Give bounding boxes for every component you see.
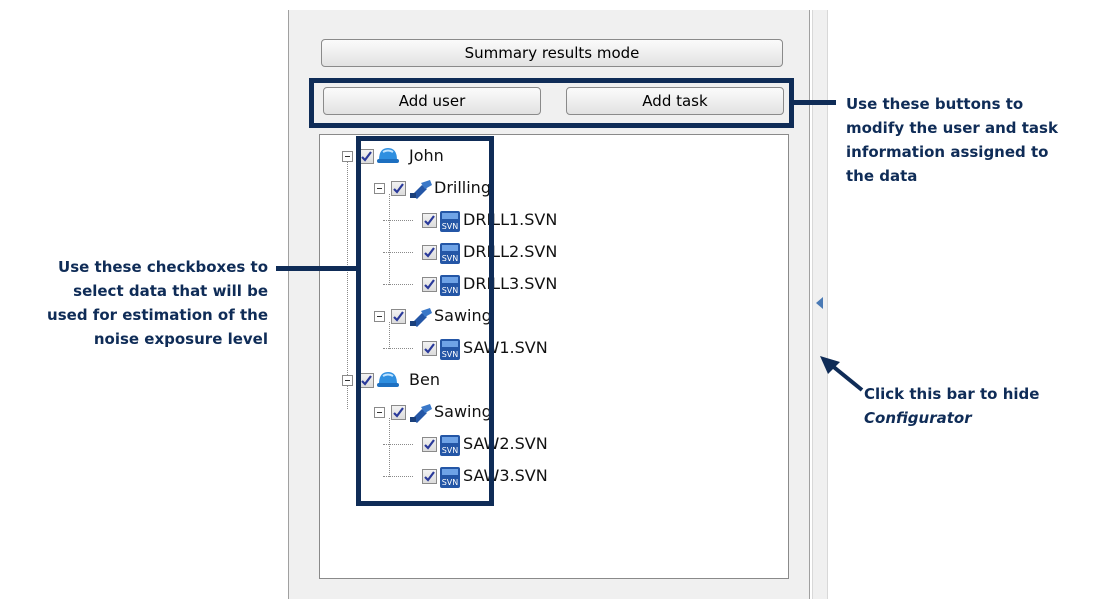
tree-connector xyxy=(347,386,348,409)
checkboxes-callout: Use these checkboxes to select data that… xyxy=(0,255,268,351)
checkboxes-callout-line: Use these checkboxes to xyxy=(58,258,268,276)
collapse-arrow-icon xyxy=(816,297,823,309)
buttons-callout: Use these buttons to modify the user and… xyxy=(846,92,1058,188)
buttons-leader-line xyxy=(794,100,836,105)
collapse-toggle-icon[interactable] xyxy=(342,375,353,386)
bar-callout-line: Click this bar to hide xyxy=(864,385,1040,403)
bar-callout: Click this bar to hide Configurator xyxy=(864,382,1039,430)
summary-results-mode-button[interactable]: Summary results mode xyxy=(321,39,783,67)
configurator-collapse-bar[interactable] xyxy=(812,10,828,599)
checkboxes-callout-line: used for estimation of the xyxy=(47,306,268,324)
bar-arrow-icon xyxy=(820,356,864,392)
buttons-callout-line: information assigned to xyxy=(846,143,1049,161)
collapse-toggle-icon[interactable] xyxy=(342,151,353,162)
buttons-highlight-box xyxy=(309,78,794,128)
buttons-callout-line: modify the user and task xyxy=(846,119,1058,137)
buttons-callout-line: Use these buttons to xyxy=(846,95,1024,113)
checkboxes-callout-line: noise exposure level xyxy=(93,330,268,348)
bar-callout-name: Configurator xyxy=(864,409,972,427)
checkboxes-callout-line: select data that will be xyxy=(73,282,268,300)
checkboxes-highlight-box xyxy=(356,136,494,506)
buttons-callout-line: the data xyxy=(846,167,918,185)
checkboxes-leader-line xyxy=(276,266,358,271)
